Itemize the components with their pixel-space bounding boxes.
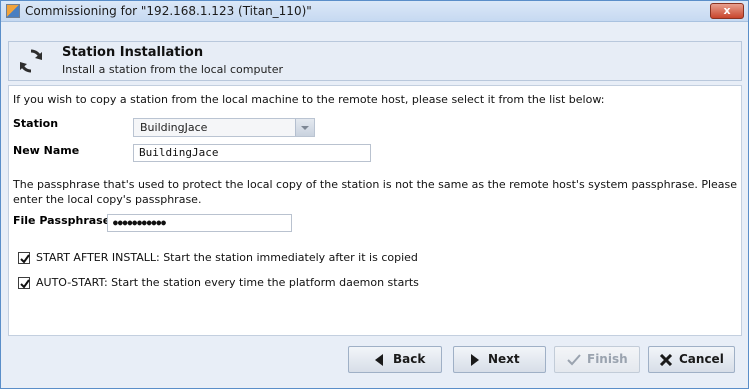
chevron-down-icon[interactable] xyxy=(295,119,314,136)
start-after-install-checkbox[interactable] xyxy=(18,252,30,264)
window-title: Commissioning for "192.168.1.123 (Titan_… xyxy=(25,4,312,18)
content-panel: If you wish to copy a station from the l… xyxy=(8,85,742,336)
finish-button[interactable]: Finish xyxy=(554,346,640,373)
back-button[interactable]: Back xyxy=(348,346,442,373)
file-passphrase-label: File Passphrase xyxy=(13,214,111,227)
close-icon xyxy=(659,354,673,366)
passphrase-note-line2: enter the local copy's passphrase. xyxy=(13,193,202,206)
back-label: Back xyxy=(393,352,426,366)
next-button[interactable]: Next xyxy=(453,346,546,373)
auto-start-label: AUTO-START: Start the station every time… xyxy=(36,276,419,289)
passphrase-note-line1: The passphrase that's used to protect th… xyxy=(13,178,738,191)
checkmark-icon xyxy=(20,279,30,289)
start-after-install-label: START AFTER INSTALL: Start the station i… xyxy=(36,251,418,264)
commissioning-window: Commissioning for "192.168.1.123 (Titan_… xyxy=(0,0,749,389)
checkmark-icon xyxy=(20,254,30,264)
auto-start-checkbox[interactable] xyxy=(18,277,30,289)
new-name-input[interactable]: BuildingJace xyxy=(133,144,371,162)
close-button[interactable]: x xyxy=(710,3,744,19)
station-select-value: BuildingJace xyxy=(140,121,208,134)
app-icon xyxy=(6,4,20,18)
title-bar: Commissioning for "192.168.1.123 (Titan_… xyxy=(1,1,748,22)
cancel-label: Cancel xyxy=(679,352,724,366)
next-label: Next xyxy=(488,352,520,366)
station-label: Station xyxy=(13,117,59,130)
station-select[interactable]: BuildingJace xyxy=(133,118,315,137)
header-title: Station Installation xyxy=(62,45,204,60)
intro-text: If you wish to copy a station from the l… xyxy=(13,93,605,106)
finish-label: Finish xyxy=(587,352,628,366)
refresh-icon xyxy=(20,49,42,73)
arrow-right-icon xyxy=(471,354,479,366)
cancel-button[interactable]: Cancel xyxy=(648,346,735,373)
header-subtitle: Install a station from the local compute… xyxy=(62,63,284,76)
wizard-header: Station Installation Install a station f… xyxy=(8,41,742,81)
new-name-label: New Name xyxy=(13,144,80,157)
checkmark-icon xyxy=(567,354,581,366)
file-passphrase-input[interactable]: ●●●●●●●●●●● xyxy=(107,214,292,232)
arrow-left-icon xyxy=(375,354,383,366)
